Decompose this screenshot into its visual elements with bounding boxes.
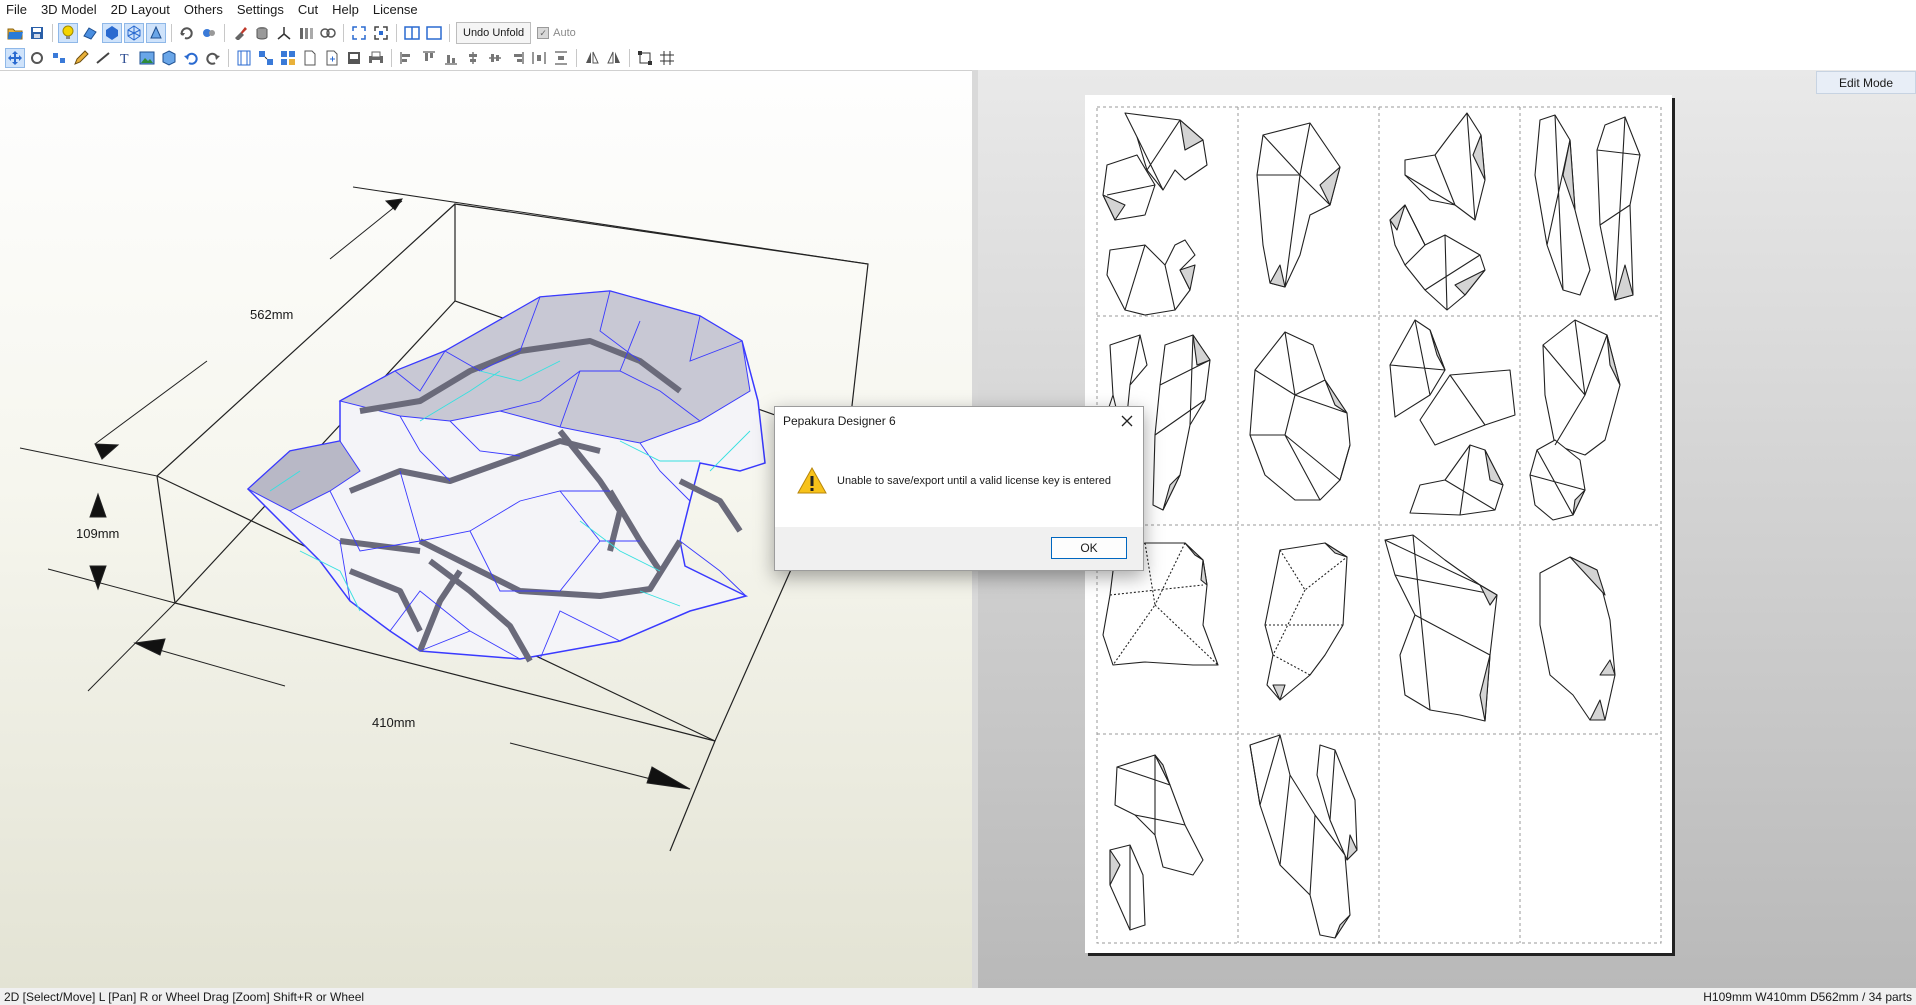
pencil-icon[interactable] <box>71 48 91 68</box>
auto-label: Auto <box>553 27 576 39</box>
line-draw-icon[interactable] <box>93 48 113 68</box>
mesh-model <box>246 290 766 663</box>
part-1[interactable] <box>1102 112 1208 316</box>
ok-button[interactable]: OK <box>1051 537 1127 559</box>
toolbar-secondary: T <box>0 46 1916 70</box>
light-bulb-icon[interactable] <box>58 23 78 43</box>
warning-icon <box>797 466 827 495</box>
license-dialog: Pepakura Designer 6 Unable to save/expor… <box>774 406 1144 571</box>
distribute-v-icon[interactable] <box>551 48 571 68</box>
scale-parts-icon[interactable] <box>635 48 655 68</box>
align-right-icon[interactable] <box>507 48 527 68</box>
undo-icon[interactable] <box>181 48 201 68</box>
single-view-icon[interactable] <box>424 23 444 43</box>
part-4[interactable] <box>1534 114 1641 301</box>
part-14[interactable] <box>1249 734 1358 939</box>
menu-license[interactable]: License <box>366 0 425 20</box>
menu-bar: File 3D Model 2D Layout Others Settings … <box>0 0 1916 20</box>
auto-checkbox[interactable]: ✓ Auto <box>537 27 576 39</box>
split-view-icon[interactable] <box>402 23 422 43</box>
cylinder-icon[interactable] <box>252 23 272 43</box>
part-2[interactable] <box>1256 122 1341 288</box>
export-icon[interactable] <box>344 48 364 68</box>
text-tool-icon[interactable]: T <box>115 48 135 68</box>
edge-icon[interactable] <box>146 23 166 43</box>
svg-text:T: T <box>120 52 129 66</box>
join-parts-icon[interactable] <box>49 48 69 68</box>
page-layout-icon[interactable] <box>234 48 254 68</box>
columns-icon[interactable] <box>296 23 316 43</box>
brush-icon[interactable] <box>230 23 250 43</box>
part-13[interactable] <box>1109 754 1204 931</box>
fit-view-icon[interactable] <box>349 23 369 43</box>
dialog-title-bar: Pepakura Designer 6 <box>775 407 1143 435</box>
dialog-title: Pepakura Designer 6 <box>783 414 896 428</box>
layout-page <box>1085 95 1672 953</box>
menu-cut[interactable]: Cut <box>291 0 325 20</box>
wireframe-icon[interactable] <box>124 23 144 43</box>
width-dimension-label: 410mm <box>372 715 416 730</box>
auto-layout-icon[interactable] <box>278 48 298 68</box>
axis-icon[interactable] <box>274 23 294 43</box>
link-edges-icon[interactable] <box>318 23 338 43</box>
page-add-icon[interactable] <box>322 48 342 68</box>
status-model-info: H109mm W410mm D562mm / 34 parts <box>1703 989 1912 1004</box>
height-dimension-label: 109mm <box>76 526 120 541</box>
print-icon[interactable] <box>366 48 386 68</box>
part-7[interactable] <box>1389 319 1516 516</box>
zoom-fit-icon[interactable] <box>371 23 391 43</box>
unfolded-parts-canvas <box>1096 106 1662 944</box>
status-hint: 2D [Select/Move] L [Pan] R or Wheel Drag… <box>4 989 365 1004</box>
part-12[interactable] <box>1539 556 1616 721</box>
status-bar: 2D [Select/Move] L [Pan] R or Wheel Drag… <box>0 988 1916 1005</box>
solid-shade-icon[interactable] <box>102 23 122 43</box>
image-tool-icon[interactable] <box>137 48 157 68</box>
menu-file[interactable]: File <box>0 0 34 20</box>
align-center-h-icon[interactable] <box>485 48 505 68</box>
align-bottom-icon[interactable] <box>441 48 461 68</box>
part-3[interactable] <box>1389 112 1486 311</box>
dialog-message: Unable to save/export until a valid lice… <box>837 475 1111 487</box>
flip-v-icon[interactable] <box>604 48 624 68</box>
part-10[interactable] <box>1264 542 1348 701</box>
unfold-icon[interactable] <box>199 23 219 43</box>
rotate-model-icon[interactable] <box>177 23 197 43</box>
box-icon[interactable] <box>159 48 179 68</box>
undo-unfold-button[interactable]: Undo Unfold <box>456 22 532 44</box>
page-icon[interactable] <box>300 48 320 68</box>
select-move-icon[interactable] <box>5 48 25 68</box>
save-icon[interactable] <box>27 23 47 43</box>
depth-dimension-label: 562mm <box>250 307 294 322</box>
align-top-icon[interactable] <box>419 48 439 68</box>
redo-icon[interactable] <box>203 48 223 68</box>
texture-icon[interactable] <box>80 23 100 43</box>
part-11[interactable] <box>1384 534 1498 722</box>
distribute-h-icon[interactable] <box>529 48 549 68</box>
close-icon[interactable] <box>1119 413 1135 429</box>
open-folder-icon[interactable] <box>5 23 25 43</box>
part-8[interactable] <box>1529 319 1621 521</box>
dialog-footer: OK <box>775 527 1143 570</box>
align-center-v-icon[interactable] <box>463 48 483 68</box>
part-6[interactable] <box>1249 331 1351 501</box>
menu-3d-model[interactable]: 3D Model <box>34 0 104 20</box>
flip-h-icon[interactable] <box>582 48 602 68</box>
dialog-body: Unable to save/export until a valid lice… <box>775 435 1143 527</box>
menu-settings[interactable]: Settings <box>230 0 291 20</box>
menu-2d-layout[interactable]: 2D Layout <box>104 0 177 20</box>
rotate-part-icon[interactable] <box>27 48 47 68</box>
edit-mode-button[interactable]: Edit Mode <box>1816 71 1916 94</box>
arrange-icon[interactable] <box>256 48 276 68</box>
align-left-icon[interactable] <box>397 48 417 68</box>
toolbar-main: Undo Unfold ✓ Auto <box>0 20 1916 47</box>
menu-others[interactable]: Others <box>177 0 230 20</box>
checkbox-icon: ✓ <box>537 27 550 39</box>
snap-grid-icon[interactable] <box>657 48 677 68</box>
menu-help[interactable]: Help <box>325 0 366 20</box>
